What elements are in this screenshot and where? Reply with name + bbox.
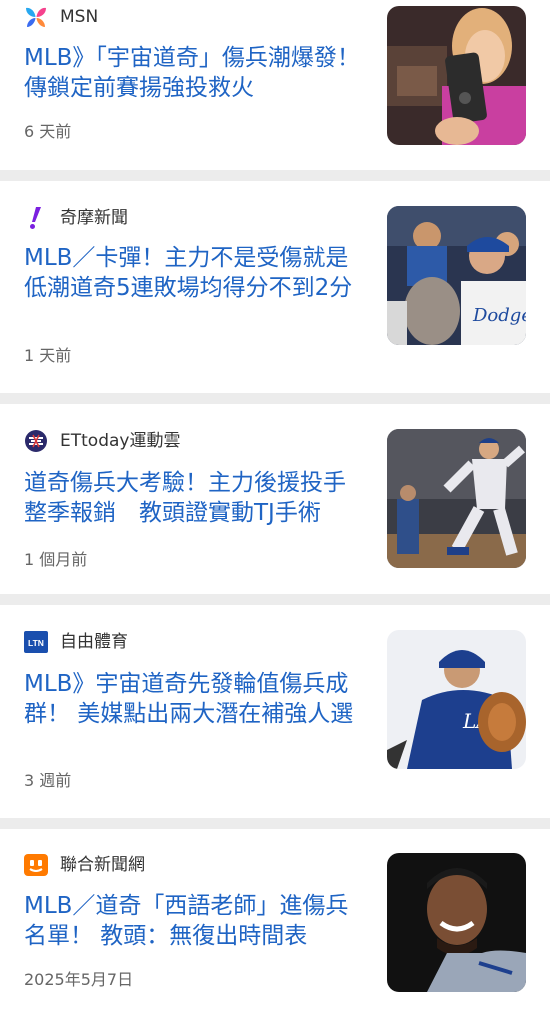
published-time: 1 天前 (24, 346, 72, 365)
source-name: 聯合新聞網 (60, 855, 145, 875)
woman-holding-device-image[interactable] (387, 6, 526, 145)
source-row: LTN 自由體育 (24, 630, 128, 654)
svg-text:LTN: LTN (28, 638, 44, 648)
news-card[interactable]: LTN 自由體育 MLB》宇宙道奇先發輪值傷兵成群！ 美媒點出兩大潛在補強人選 … (0, 605, 550, 818)
news-card[interactable]: MSN MLB》「宇宙道奇」傷兵潮爆發！ 傳鎖定前賽揚強投救火 6 天前 (0, 0, 550, 170)
pitcher-with-glove-image[interactable]: LA (387, 630, 526, 769)
news-card[interactable]: 奇摩新聞 MLB／卡彈！主力不是受傷就是低潮道奇5連敗場均得分不到2分 1 天前… (0, 181, 550, 393)
news-card[interactable]: ETtoday運動雲 道奇傷兵大考驗！主力後援投手整季報銷 教頭證實動TJ手術 … (0, 404, 550, 594)
card-divider (0, 393, 550, 404)
headline-link[interactable]: MLB》「宇宙道奇」傷兵潮爆發！ 傳鎖定前賽揚強投救火 (24, 43, 364, 103)
card-divider (0, 170, 550, 181)
source-name: MSN (60, 7, 99, 27)
source-row: ETtoday運動雲 (24, 429, 180, 453)
source-name: 奇摩新聞 (60, 208, 128, 228)
dodgers-players-dugout-image[interactable]: Dodger (387, 206, 526, 345)
svg-text:Dodger: Dodger (472, 305, 526, 326)
udn-logo-icon (24, 853, 48, 877)
yahoo-exclamation-icon (24, 206, 48, 230)
published-time: 3 週前 (24, 771, 72, 790)
published-time: 2025年5月7日 (24, 970, 134, 989)
ltn-logo-icon: LTN (24, 630, 48, 654)
source-name: 自由體育 (60, 632, 128, 652)
source-name: ETtoday運動雲 (60, 431, 181, 451)
headline-link[interactable]: MLB／道奇「西語老師」進傷兵名單！ 教頭：無復出時間表 (24, 891, 364, 951)
headline-link[interactable]: MLB／卡彈！主力不是受傷就是低潮道奇5連敗場均得分不到2分 (24, 243, 364, 303)
source-row: 聯合新聞網 (24, 853, 145, 877)
news-card[interactable]: 聯合新聞網 MLB／道奇「西語老師」進傷兵名單！ 教頭：無復出時間表 2025年… (0, 829, 550, 1013)
published-time: 6 天前 (24, 122, 72, 141)
headline-link[interactable]: MLB》宇宙道奇先發輪值傷兵成群！ 美媒點出兩大潛在補強人選 (24, 669, 364, 729)
headline-link[interactable]: 道奇傷兵大考驗！主力後援投手整季報銷 教頭證實動TJ手術 (24, 468, 364, 528)
msn-butterfly-icon (24, 5, 48, 29)
published-time: 1 個月前 (24, 550, 88, 569)
pitcher-throwing-image[interactable] (387, 429, 526, 568)
source-row: 奇摩新聞 (24, 206, 128, 230)
card-divider (0, 594, 550, 605)
card-divider (0, 818, 550, 829)
smiling-player-image[interactable] (387, 853, 526, 992)
source-row: MSN (24, 5, 98, 29)
ettoday-sports-icon (24, 429, 48, 453)
news-feed: MSN MLB》「宇宙道奇」傷兵潮爆發！ 傳鎖定前賽揚強投救火 6 天前 奇摩新… (0, 0, 550, 1013)
